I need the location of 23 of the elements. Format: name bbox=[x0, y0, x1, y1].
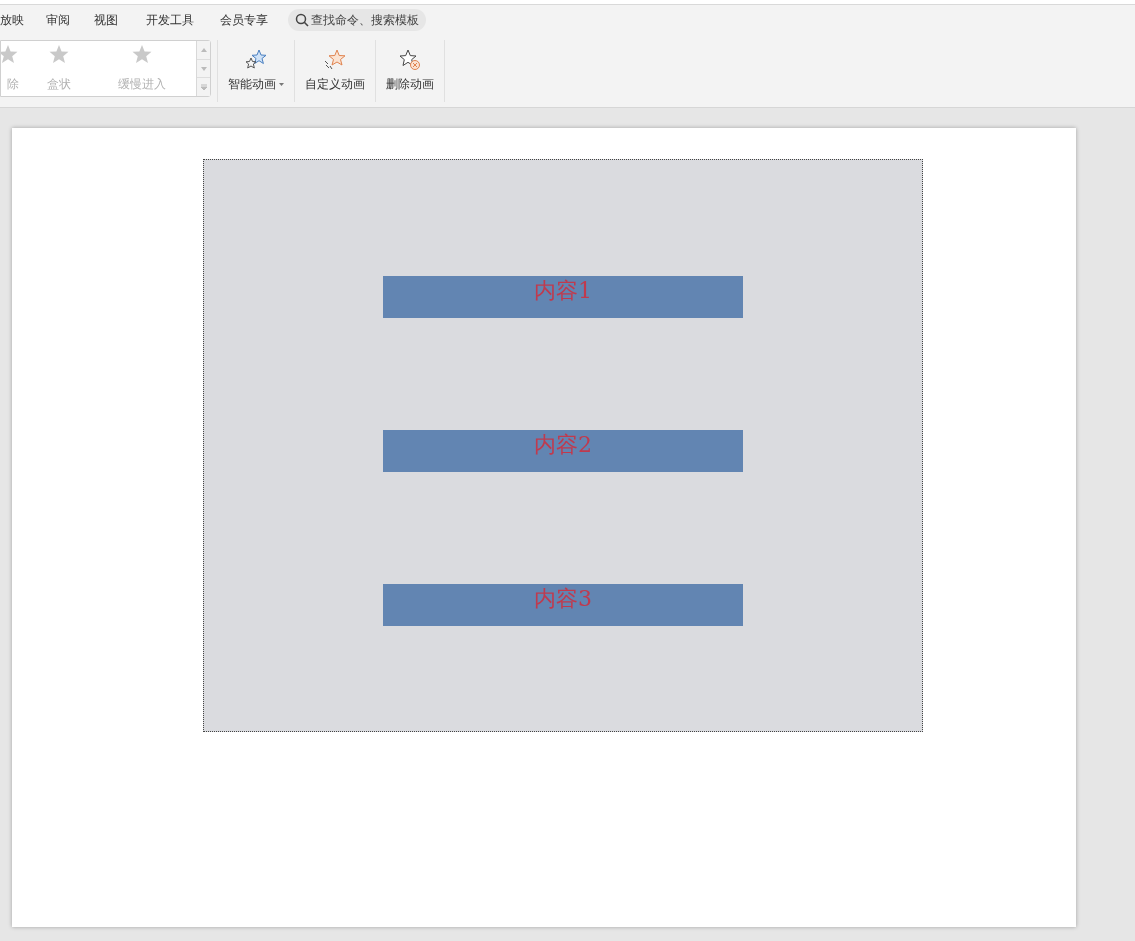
search-icon bbox=[295, 13, 309, 27]
menu-tab[interactable]: 视图 bbox=[94, 11, 118, 29]
stars-icon bbox=[244, 49, 268, 71]
down-arrow-icon bbox=[200, 66, 207, 71]
up-arrow-icon bbox=[200, 47, 207, 52]
star-icon bbox=[130, 44, 153, 64]
menu-tab[interactable]: 会员专享 bbox=[220, 11, 268, 29]
text-box: 内容2 bbox=[383, 430, 743, 472]
menu-tab[interactable]: 审阅 bbox=[46, 11, 70, 29]
caret-icon bbox=[279, 82, 284, 86]
star-delete-icon bbox=[398, 49, 422, 71]
ribbon-button[interactable]: 自定义动画 bbox=[294, 40, 375, 102]
menu-tab[interactable]: 放映 bbox=[0, 11, 28, 29]
text-box: 内容3 bbox=[383, 584, 743, 626]
ribbon-button[interactable]: 智能动画 bbox=[217, 40, 294, 102]
search-field[interactable]: 查找命令、搜索模板 bbox=[288, 9, 426, 31]
star-icon bbox=[323, 49, 347, 71]
expand-icon bbox=[200, 84, 207, 91]
ribbon-button[interactable]: 删除动画 bbox=[375, 40, 444, 102]
menu-tab[interactable]: 开发工具 bbox=[146, 11, 194, 29]
search-placeholder: 查找命令、搜索模板 bbox=[311, 12, 419, 29]
star-icon bbox=[48, 44, 70, 64]
text-box: 内容1 bbox=[383, 276, 743, 318]
